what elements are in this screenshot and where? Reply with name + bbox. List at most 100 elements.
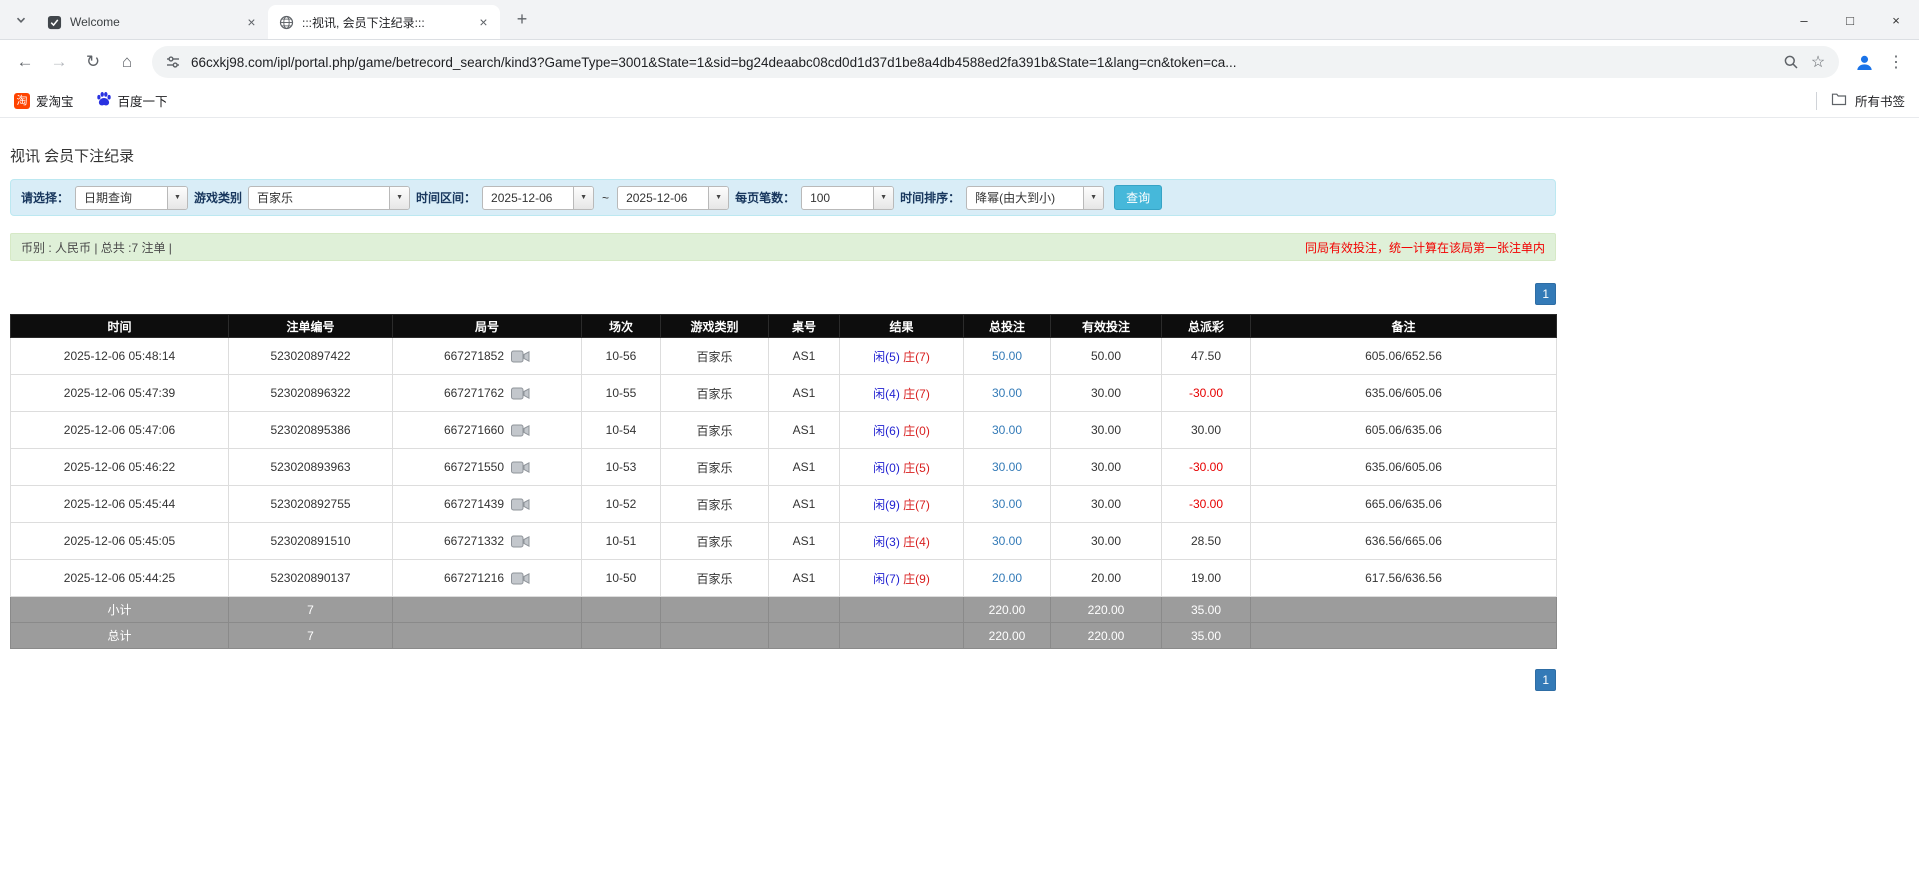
chevron-down-icon[interactable]: ▼ [389,186,410,209]
total-bet-link[interactable]: 30.00 [992,386,1022,400]
cell-payout: -30.00 [1161,485,1251,523]
page-size-select[interactable]: 100 ▼ [801,185,895,210]
round-number: 667271550 [443,460,505,474]
summary-bar: 币别 : 人民币 | 总共 :7 注单 | 同局有效投注，统一计算在该局第一张注… [10,233,1556,261]
date-from-select[interactable]: 2025-12-06 ▼ [482,185,595,210]
video-replay-icon[interactable] [511,535,530,548]
cell-total-bet: 30.00 [963,448,1051,486]
chevron-down-icon[interactable]: ▼ [167,186,188,209]
game-type-value: 百家乐 [257,190,294,205]
pagination-bottom: 1 [10,669,1556,691]
total-bet-link[interactable]: 20.00 [992,571,1022,585]
chevron-down-icon[interactable]: ▼ [873,186,894,209]
video-replay-icon[interactable] [511,498,530,511]
cell-bet-id: 523020896322 [228,374,393,412]
column-header: 总投注 [963,314,1051,338]
zoom-icon[interactable] [1782,53,1800,71]
subtotal-row: 小计 7 220.00 220.00 35.00 [10,596,1557,623]
close-window-button[interactable]: × [1873,0,1919,40]
page-button[interactable]: 1 [1535,669,1556,691]
total-bet-link[interactable]: 30.00 [992,423,1022,437]
profile-icon[interactable] [1847,45,1881,79]
cell-table-id: AS1 [768,374,840,412]
date-from-value: 2025-12-06 [491,190,553,205]
page-button[interactable]: 1 [1535,283,1556,305]
select-label: 请选择： [21,191,70,205]
cell-note: 665.06/635.06 [1250,485,1557,523]
cell-note: 605.06/635.06 [1250,411,1557,449]
cell-table-id: AS1 [768,559,840,597]
site-info-icon[interactable] [164,53,182,71]
chevron-down-icon[interactable]: ▼ [1083,186,1104,209]
sort-select[interactable]: 降幂(由大到小) ▼ [966,185,1105,210]
round-number: 667271216 [443,571,505,585]
tab-bet-records[interactable]: :::视讯, 会员下注纪录::: × [268,5,500,39]
result-banker: 庄(4) [903,534,930,549]
menu-icon[interactable]: ⋮ [1881,45,1911,79]
video-replay-icon[interactable] [511,424,530,437]
back-button[interactable]: ← [8,45,42,79]
total-bet-link[interactable]: 30.00 [992,534,1022,548]
round-number: 667271660 [443,423,505,437]
tab-title: :::视讯, 会员下注纪录::: [302,15,425,30]
cell-round: 667271439 [392,485,582,523]
column-header: 结果 [839,314,964,338]
round-number: 667271852 [443,349,505,363]
cell-total-bet: 20.00 [963,559,1051,597]
cell-game-type: 百家乐 [660,559,769,597]
cell-game-type: 百家乐 [660,411,769,449]
result-player: 闲(4) [873,386,900,401]
cell-note: 636.56/665.06 [1250,522,1557,560]
bookmark-star-icon[interactable]: ☆ [1809,53,1827,71]
total-bet-link[interactable]: 50.00 [992,349,1022,363]
home-button[interactable]: ⌂ [110,45,144,79]
result-player: 闲(7) [873,571,900,586]
page-content: 视讯 会员下注纪录 请选择： 日期查询 ▼ 游戏类别 百家乐 ▼ 时间区间： 2… [0,145,1919,691]
cell-result: 闲(4) 庄(7) [839,374,964,412]
cell-time: 2025-12-06 05:48:14 [10,337,229,375]
cell-bet-id: 523020891510 [228,522,393,560]
video-replay-icon[interactable] [511,350,530,363]
empty-cell [660,596,769,623]
forward-button[interactable]: → [42,45,76,79]
cell-payout: -30.00 [1161,448,1251,486]
welcome-favicon-icon [46,14,62,30]
cell-game-type: 百家乐 [660,337,769,375]
video-replay-icon[interactable] [511,461,530,474]
minimize-button[interactable]: – [1781,0,1827,40]
query-type-select[interactable]: 日期查询 ▼ [75,185,189,210]
result-banker: 庄(7) [903,386,930,401]
result-banker: 庄(5) [903,460,930,475]
all-bookmarks[interactable]: 所有书签 [1815,91,1905,110]
cell-table-id: AS1 [768,411,840,449]
chevron-down-icon[interactable]: ▼ [573,186,594,209]
total-bet-link[interactable]: 30.00 [992,497,1022,511]
subtotal-valid-bet: 220.00 [1050,596,1162,623]
tab-search-chevron-icon[interactable] [8,7,34,33]
bookmark-baidu[interactable]: 百度一下 [96,91,168,110]
chevron-down-icon[interactable]: ▼ [708,186,729,209]
cell-round: 667271852 [392,337,582,375]
new-tab-button[interactable]: + [508,6,536,34]
maximize-button[interactable]: □ [1827,0,1873,40]
refresh-button[interactable]: ↻ [76,45,110,79]
column-header: 桌号 [768,314,840,338]
cell-session: 10-53 [581,448,661,486]
game-type-select[interactable]: 百家乐 ▼ [248,185,411,210]
page-title: 视讯 会员下注纪录 [10,148,135,165]
url-bar[interactable]: 66cxkj98.com/ipl/portal.php/game/betreco… [152,46,1839,78]
tab-welcome[interactable]: Welcome × [36,5,268,39]
cell-game-type: 百家乐 [660,522,769,560]
video-replay-icon[interactable] [511,572,530,585]
bookmarks-bar: 淘 爱淘宝 百度一下 所有书签 [0,84,1919,118]
search-button[interactable]: 查询 [1114,185,1163,210]
date-to-select[interactable]: 2025-12-06 ▼ [617,185,730,210]
video-replay-icon[interactable] [511,387,530,400]
tab-close-icon[interactable]: × [475,14,492,31]
cell-time: 2025-12-06 05:47:39 [10,374,229,412]
tab-close-icon[interactable]: × [243,14,260,31]
bookmark-taobao[interactable]: 淘 爱淘宝 [14,91,74,110]
browser-toolbar: ← → ↻ ⌂ 66cxkj98.com/ipl/portal.php/game… [0,40,1919,84]
url-text[interactable]: 66cxkj98.com/ipl/portal.php/game/betreco… [191,55,1773,70]
total-bet-link[interactable]: 30.00 [992,460,1022,474]
